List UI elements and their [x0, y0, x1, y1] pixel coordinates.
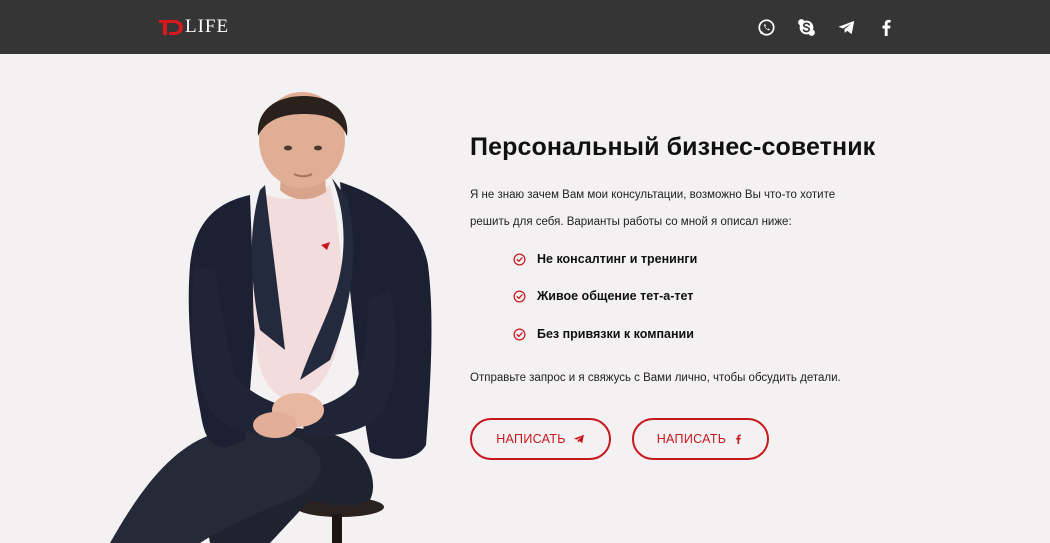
- site-logo[interactable]: LIFE: [158, 16, 229, 38]
- facebook-icon: [882, 19, 891, 36]
- button-label: НАПИСАТЬ: [656, 432, 727, 446]
- top-navigation-bar: LIFE: [0, 0, 1050, 54]
- list-item: Без привязки к компании: [513, 327, 694, 341]
- feature-label: Без привязки к компании: [537, 327, 694, 341]
- facebook-link[interactable]: [876, 17, 896, 37]
- intro-line-1: Я не знаю зачем Вам мои консультации, во…: [470, 189, 836, 201]
- whatsapp-icon: [757, 18, 775, 36]
- intro-text: Я не знаю зачем Вам мои консультации, во…: [470, 182, 890, 236]
- advisor-photo: [110, 92, 432, 543]
- check-circle-icon: [513, 328, 526, 340]
- facebook-icon: [736, 434, 742, 444]
- intro-line-2: решить для себя. Варианты работы со мной…: [470, 216, 792, 228]
- logo-mark-icon: [159, 20, 183, 35]
- telegram-icon: [573, 434, 584, 444]
- check-circle-icon: [513, 290, 526, 302]
- check-circle-icon: [513, 253, 526, 265]
- hero-content: Персональный бизнес-советник Я не знаю з…: [470, 130, 990, 460]
- write-telegram-button[interactable]: НАПИСАТЬ: [470, 418, 611, 460]
- telegram-link[interactable]: [836, 17, 856, 37]
- feature-label: Не консалтинг и тренинги: [537, 252, 698, 266]
- skype-link[interactable]: [796, 17, 816, 37]
- page-title: Персональный бизнес-советник: [470, 133, 876, 161]
- list-item: Не консалтинг и тренинги: [513, 252, 697, 266]
- whatsapp-link[interactable]: [756, 17, 776, 37]
- feature-label: Живое общение тет-а-тет: [537, 289, 694, 303]
- write-facebook-button[interactable]: НАПИСАТЬ: [632, 418, 769, 460]
- telegram-icon: [837, 20, 854, 34]
- button-label: НАПИСАТЬ: [496, 432, 566, 446]
- skype-icon: [797, 18, 815, 36]
- logo-text: LIFE: [185, 16, 230, 37]
- list-item: Живое общение тет-а-тет: [513, 289, 693, 303]
- cta-text: Отправьте запрос и я свяжусь с Вами личн…: [470, 372, 841, 384]
